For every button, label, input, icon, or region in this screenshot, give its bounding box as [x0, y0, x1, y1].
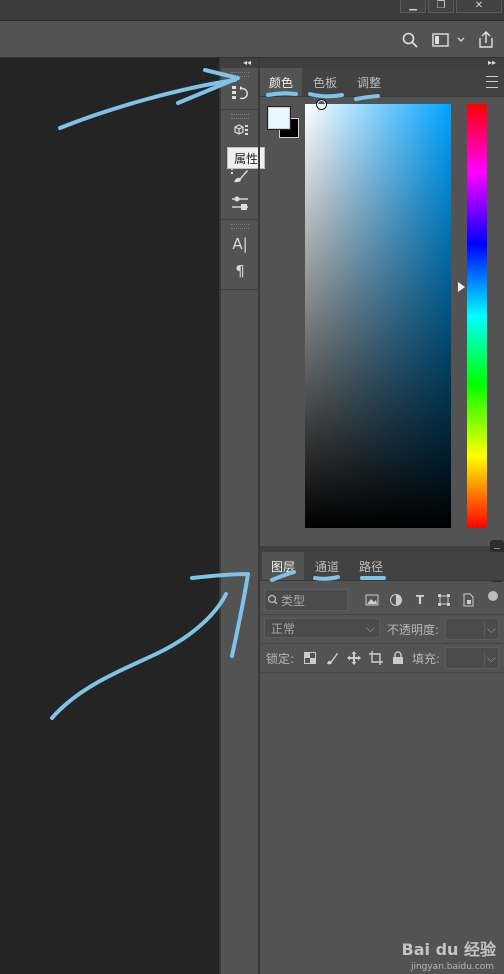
- search-button[interactable]: [401, 31, 419, 49]
- restore-icon: ❐: [436, 0, 446, 11]
- adjustment-circle-icon: [390, 594, 402, 606]
- filter-type-layers-button[interactable]: T: [412, 592, 428, 608]
- history-icon: [232, 86, 248, 100]
- filter-shape-layers-button[interactable]: [436, 592, 452, 608]
- dock-divider: [221, 289, 258, 290]
- layer-filter-select[interactable]: 类型: [264, 589, 348, 611]
- dock-properties-button[interactable]: [230, 121, 250, 141]
- options-bar: [0, 21, 504, 58]
- search-icon: [402, 32, 418, 48]
- checkerboard-icon: [304, 652, 316, 664]
- blend-mode-value: 正常: [271, 621, 296, 636]
- dock-paragraph-button[interactable]: ¶: [230, 261, 250, 281]
- lock-transparent-pixels-button[interactable]: [302, 650, 318, 666]
- dock-adjustments-button[interactable]: [230, 193, 250, 213]
- minimize-icon: ▁: [409, 0, 417, 11]
- lock-all-button[interactable]: [390, 650, 406, 666]
- layers-list[interactable]: [260, 673, 504, 974]
- chevron-down-icon: ⌵: [365, 620, 375, 635]
- collapsed-panel-dock: ◂◂ A| ¶: [221, 58, 259, 974]
- hue-slider[interactable]: [467, 104, 487, 528]
- image-icon: [365, 594, 379, 606]
- color-panel-tabbar: 颜色 色板 调整: [260, 68, 504, 97]
- opacity-label: 不透明度:: [387, 623, 440, 637]
- layers-blend-row: 正常 ⌵ 不透明度: ⌵: [260, 615, 504, 644]
- properties-cube-icon: [234, 124, 248, 135]
- dock-divider: [221, 109, 258, 110]
- dock-grip[interactable]: [231, 114, 249, 119]
- paragraph-icon: ¶: [235, 262, 245, 280]
- move-icon: [347, 651, 361, 665]
- adjust-sliders-icon: [232, 196, 248, 210]
- layers-panel-tabbar: 图层 通道 路径: [260, 552, 504, 581]
- dock-divider: [221, 219, 258, 220]
- watermark-url: jingyan.baidu.com: [410, 962, 494, 972]
- workspace-icon: [432, 33, 465, 47]
- chevron-down-icon: ⌵: [483, 621, 496, 637]
- tab-swatches[interactable]: 色板: [304, 68, 346, 96]
- dock-history-button[interactable]: [230, 83, 250, 103]
- chevron-down-icon: ⌵: [483, 650, 496, 666]
- filter-toggle-switch[interactable]: [488, 591, 498, 601]
- type-icon: T: [415, 593, 425, 607]
- hue-slider-handle[interactable]: [458, 282, 465, 292]
- tab-adjustments[interactable]: 调整: [348, 68, 390, 96]
- lock-artboard-button[interactable]: [368, 650, 384, 666]
- saturation-brightness-field[interactable]: [305, 104, 451, 528]
- expand-panels-button[interactable]: ▸▸: [488, 58, 496, 67]
- blend-mode-select[interactable]: 正常 ⌵: [264, 618, 380, 638]
- smart-object-icon: [463, 593, 474, 607]
- color-picker-cursor[interactable]: [316, 99, 327, 110]
- filter-adjustment-layers-button[interactable]: [388, 592, 404, 608]
- workspace-switcher[interactable]: [431, 31, 467, 49]
- shape-icon: [438, 594, 450, 606]
- search-icon: [267, 594, 278, 605]
- dock-grip[interactable]: [231, 224, 249, 229]
- fill-label: 填充:: [412, 652, 441, 666]
- lock-label: 锁定:: [266, 652, 295, 666]
- panel-menu-icon[interactable]: [486, 76, 498, 88]
- lock-icon: [393, 651, 403, 664]
- layer-filter-value: 类型: [281, 593, 306, 608]
- collapse-dock-button[interactable]: ◂◂: [243, 58, 251, 67]
- tab-layers[interactable]: 图层: [262, 552, 304, 580]
- watermark-logo: Bai du 经验: [401, 940, 496, 959]
- document-canvas[interactable]: [0, 58, 219, 974]
- layers-filter-row: 类型 T: [260, 586, 504, 615]
- share-button[interactable]: [476, 30, 496, 50]
- close-button[interactable]: ✕: [456, 0, 502, 13]
- minimize-button[interactable]: ▁: [400, 0, 426, 13]
- restore-button[interactable]: ❐: [428, 0, 454, 13]
- filter-pixel-layers-button[interactable]: [364, 592, 380, 608]
- tab-color[interactable]: 颜色: [260, 68, 302, 96]
- layers-lock-row: 锁定: 填充: ⌵: [260, 644, 504, 673]
- lock-image-pixels-button[interactable]: [324, 650, 340, 666]
- color-panel-header: [260, 58, 504, 68]
- brush-icon: [327, 653, 338, 665]
- fill-input[interactable]: ⌵: [445, 647, 499, 669]
- tab-paths[interactable]: 路径: [350, 552, 392, 580]
- filter-smart-objects-button[interactable]: [460, 592, 476, 608]
- opacity-input[interactable]: ⌵: [445, 618, 499, 640]
- artboard-icon: [369, 651, 383, 665]
- foreground-color-swatch[interactable]: [268, 107, 290, 129]
- dock-header: [221, 58, 258, 68]
- tab-channels[interactable]: 通道: [306, 552, 348, 580]
- character-icon: A|: [232, 235, 248, 253]
- close-icon: ✕: [474, 0, 484, 11]
- dock-grip[interactable]: [231, 72, 249, 77]
- lock-position-button[interactable]: [346, 650, 362, 666]
- dock-character-button[interactable]: A|: [230, 234, 250, 254]
- share-icon: [479, 31, 493, 48]
